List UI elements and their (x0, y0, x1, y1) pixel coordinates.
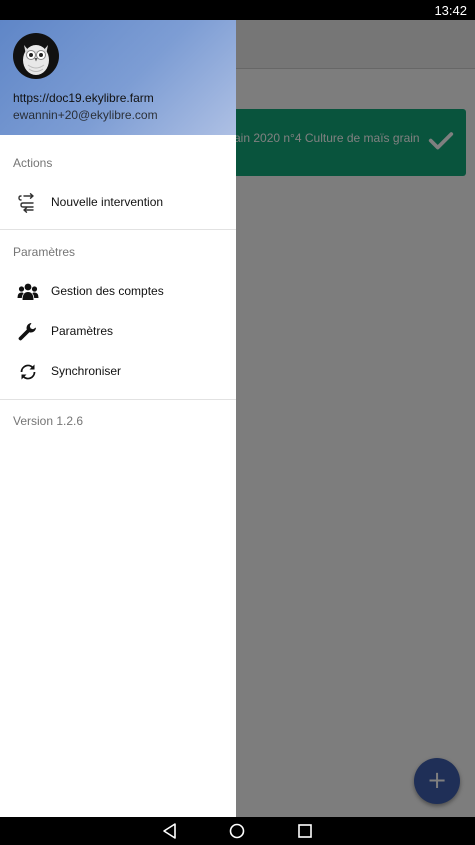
users-icon (17, 283, 39, 300)
menu-item-accounts[interactable]: Gestion des comptes (0, 273, 236, 311)
home-icon[interactable] (228, 822, 246, 840)
menu-item-label: Paramètres (51, 324, 114, 338)
owl-avatar[interactable] (13, 33, 59, 79)
system-nav-bar (0, 817, 475, 845)
menu-item-new-intervention[interactable]: Nouvelle intervention (0, 184, 236, 222)
sync-icon (20, 364, 36, 380)
route-icon (18, 193, 34, 213)
drawer-header: https://doc19.ekylibre.farm ewannin+20@e… (0, 20, 236, 135)
menu-item-label: Synchroniser (51, 364, 122, 378)
account-email: ewannin+20@ekylibre.com (13, 108, 158, 122)
navigation-drawer: https://doc19.ekylibre.farm ewannin+20@e… (0, 20, 236, 817)
divider (0, 399, 236, 400)
recents-icon[interactable] (296, 822, 314, 840)
section-title-actions: Actions (13, 156, 53, 170)
owl-logo-icon (23, 45, 49, 75)
menu-item-sync[interactable]: Synchroniser (0, 353, 236, 391)
wrench-icon (18, 323, 36, 341)
status-bar: 13:42 (0, 0, 475, 20)
status-time: 13:42 (434, 3, 467, 18)
section-title-settings: Paramètres (13, 245, 76, 259)
server-url: https://doc19.ekylibre.farm (13, 91, 154, 105)
app-version: Version 1.2.6 (13, 414, 84, 428)
menu-item-label: Nouvelle intervention (51, 195, 164, 209)
menu-item-settings[interactable]: Paramètres (0, 313, 236, 351)
back-icon[interactable] (161, 822, 179, 840)
divider (0, 229, 236, 230)
menu-item-label: Gestion des comptes (51, 284, 164, 298)
